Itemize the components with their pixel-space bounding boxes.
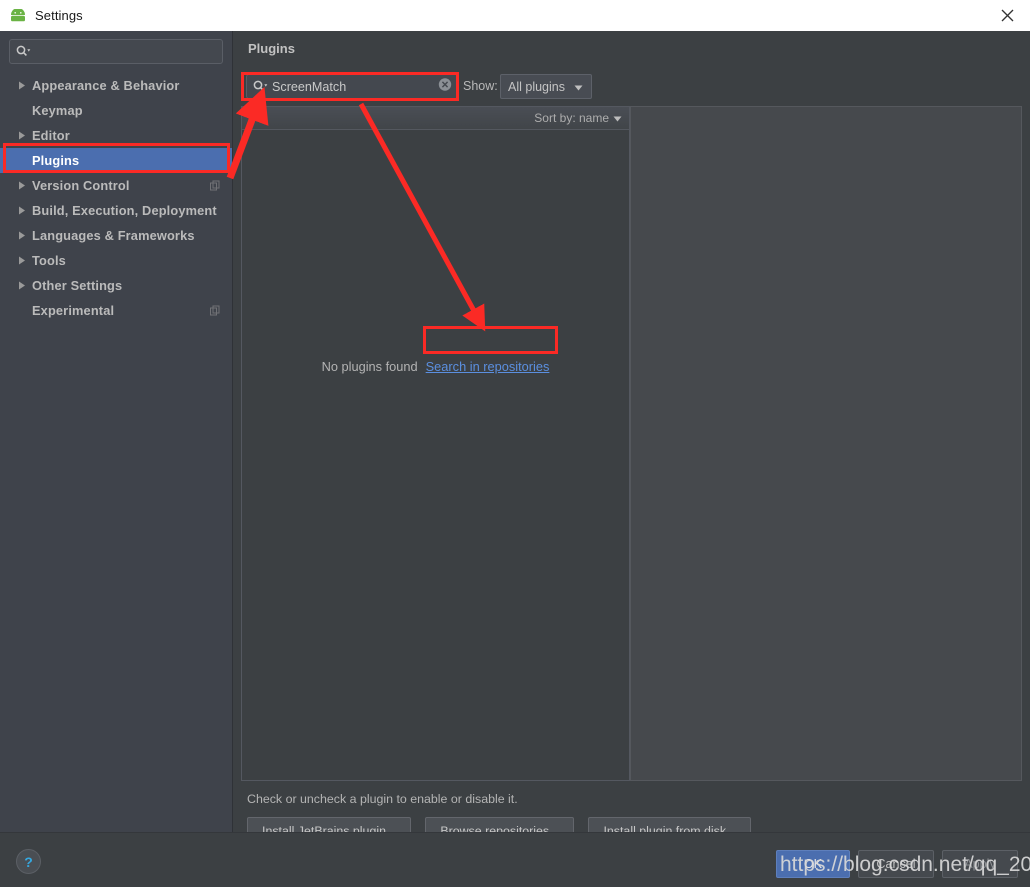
sidebar-item-tools[interactable]: Tools: [0, 248, 232, 273]
sidebar-item-experimental[interactable]: Experimental: [0, 298, 232, 323]
window-title: Settings: [35, 8, 83, 23]
chevron-right-icon: [12, 131, 32, 140]
sidebar-item-label: Languages & Frameworks: [32, 228, 195, 243]
settings-dialog: Appearance & Behavior Keymap Editor Plug…: [0, 31, 1030, 887]
sidebar-item-label: Plugins: [32, 153, 80, 168]
search-in-repositories-link[interactable]: Search in repositories: [426, 359, 550, 374]
chevron-right-icon: [12, 256, 32, 265]
plugin-search-value: ScreenMatch: [272, 79, 347, 94]
chevron-down-icon: [574, 78, 583, 96]
plugins-hint-label: Check or uncheck a plugin to enable or d…: [247, 792, 518, 806]
plugin-detail-panel: [630, 106, 1022, 781]
sort-by-label[interactable]: Sort by: name: [534, 111, 609, 125]
sidebar-item-label: Build, Execution, Deployment: [32, 203, 217, 218]
sidebar-item-version-control[interactable]: Version Control: [0, 173, 232, 198]
android-icon: [9, 7, 27, 25]
search-icon: [253, 80, 268, 93]
show-filter-label: Show:: [463, 79, 498, 93]
sidebar-item-label: Editor: [32, 128, 70, 143]
help-question-icon[interactable]: ?: [16, 849, 41, 874]
sidebar-item-appearance-behavior[interactable]: Appearance & Behavior: [0, 73, 232, 98]
plugin-list-panel: Sort by: name No plugins found Search in…: [241, 106, 630, 781]
sidebar-item-build-execution-deployment[interactable]: Build, Execution, Deployment: [0, 198, 232, 223]
chevron-right-icon: [12, 281, 32, 290]
page-title: Plugins: [248, 41, 295, 56]
search-icon: [16, 45, 31, 58]
no-plugins-found-label: No plugins found: [321, 359, 418, 374]
sidebar-item-plugins[interactable]: Plugins: [0, 148, 232, 173]
chevron-right-icon: [12, 231, 32, 240]
project-scope-icon: [210, 178, 220, 193]
chevron-right-icon: [12, 181, 32, 190]
apply-button[interactable]: Apply: [942, 850, 1018, 878]
plugin-list-header: Sort by: name: [242, 107, 629, 130]
settings-tree: Appearance & Behavior Keymap Editor Plug…: [0, 73, 232, 323]
chevron-right-icon: [12, 206, 32, 215]
plugin-search-input[interactable]: ScreenMatch: [246, 74, 458, 99]
dialog-footer: ? OK Cancel Apply: [0, 832, 1030, 887]
plugin-list-empty-state: No plugins found Search in repositories: [242, 359, 629, 374]
sidebar-item-label: Appearance & Behavior: [32, 78, 180, 93]
clear-circle-icon[interactable]: [438, 77, 452, 96]
sidebar-item-other-settings[interactable]: Other Settings: [0, 273, 232, 298]
plugins-panel: Plugins ScreenMatch Show: All plugins So…: [233, 31, 1030, 844]
ok-button[interactable]: OK: [776, 850, 850, 878]
sidebar-item-languages-frameworks[interactable]: Languages & Frameworks: [0, 223, 232, 248]
sidebar-item-label: Experimental: [32, 303, 115, 318]
close-icon[interactable]: [984, 0, 1030, 30]
sidebar-item-label: Other Settings: [32, 278, 123, 293]
cancel-button[interactable]: Cancel: [858, 850, 934, 878]
sidebar-item-label: Keymap: [32, 103, 83, 118]
sidebar-item-keymap[interactable]: Keymap: [0, 98, 232, 123]
sidebar-search-input[interactable]: [9, 39, 223, 64]
chevron-down-icon[interactable]: [613, 109, 622, 127]
project-scope-icon: [210, 303, 220, 318]
sidebar-item-label: Tools: [32, 253, 66, 268]
show-filter-select[interactable]: All plugins: [500, 74, 592, 99]
chevron-right-icon: [12, 81, 32, 90]
sidebar-item-editor[interactable]: Editor: [0, 123, 232, 148]
settings-sidebar: Appearance & Behavior Keymap Editor Plug…: [0, 31, 233, 832]
window-titlebar: Settings: [0, 0, 1030, 32]
show-filter-value: All plugins: [508, 79, 565, 94]
sidebar-item-label: Version Control: [32, 178, 130, 193]
